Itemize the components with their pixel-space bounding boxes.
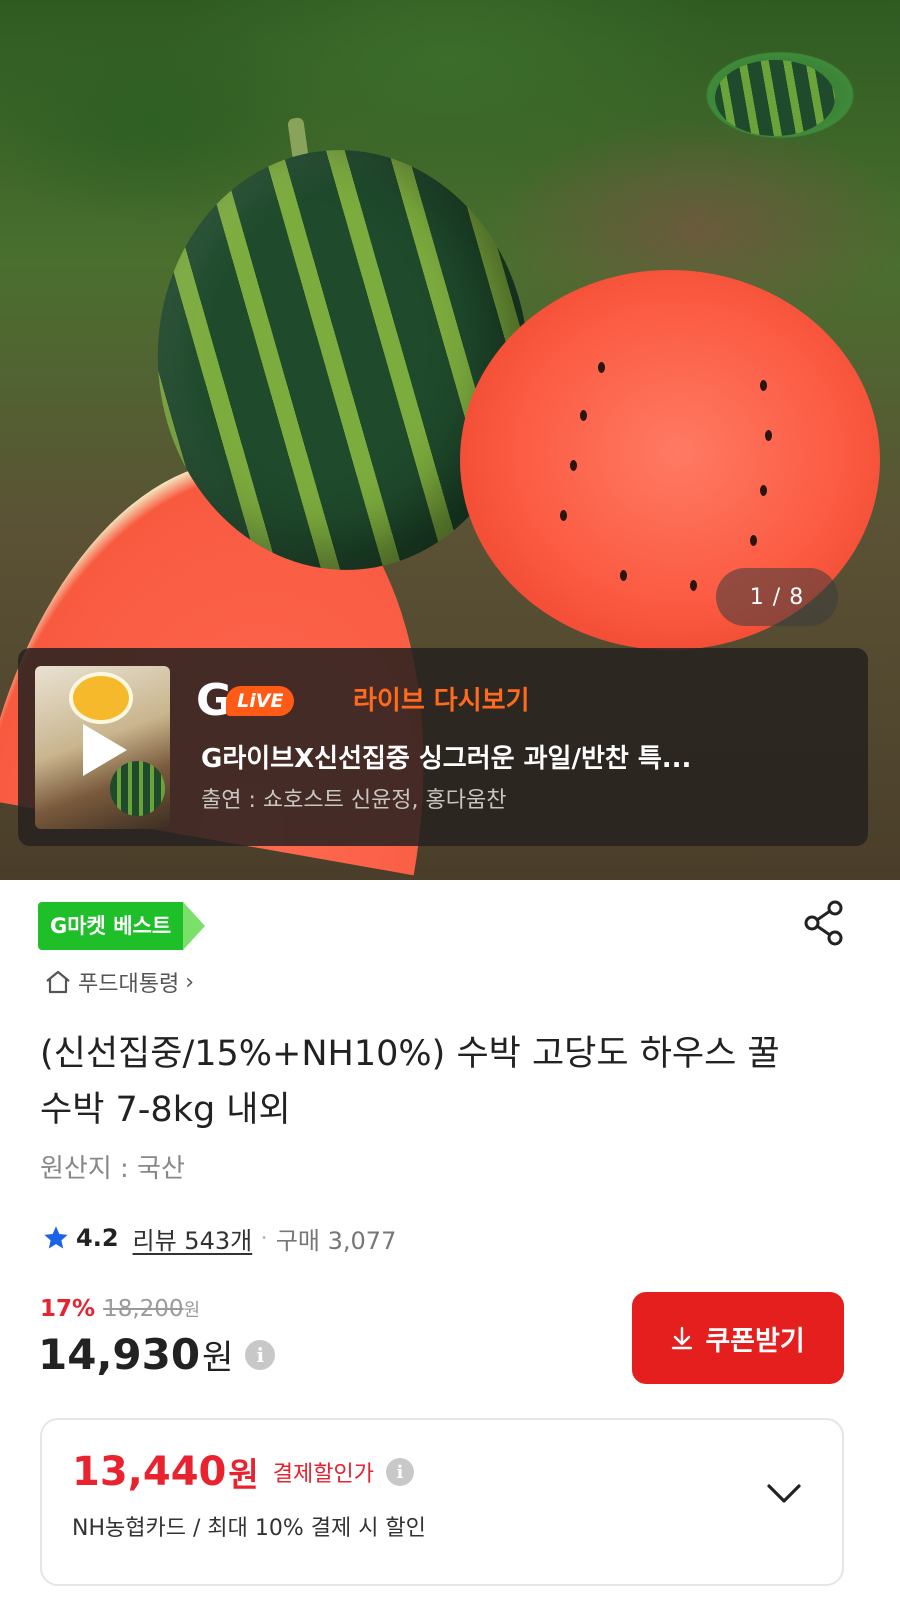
rating-value: 4.2 xyxy=(76,1224,119,1252)
product-image-carousel[interactable]: 1 / 8 G LiVE 라이브 다시보기 G라이브X신선집중 싱그러운 과일/… xyxy=(0,0,900,880)
chevron-right-icon: › xyxy=(185,969,195,995)
card-discount-unit: 원 xyxy=(228,1455,259,1494)
card-discount-price: 13,440 xyxy=(72,1449,227,1495)
card-discount-label: 결제할인가 xyxy=(272,1462,374,1487)
breadcrumb[interactable]: 푸드대통령 › xyxy=(44,962,194,1002)
original-price-unit: 원 xyxy=(183,1300,201,1321)
image-counter: 1 / 8 xyxy=(716,568,838,626)
download-icon xyxy=(672,1326,693,1350)
coupon-button[interactable]: 쿠폰받기 xyxy=(632,1292,844,1384)
purchase-count: 구매 3,077 xyxy=(275,1226,397,1255)
original-price: 18,200 xyxy=(103,1296,184,1322)
sale-price-unit: 원 xyxy=(202,1338,234,1378)
price-row: 14,930 원 i xyxy=(38,1330,276,1379)
glive-logo: G LiVE xyxy=(196,678,295,724)
coupon-button-label: 쿠폰받기 xyxy=(705,1325,805,1357)
card-discount-description: NH농협카드 / 최대 10% 결제 시 할인 xyxy=(72,1516,426,1541)
live-thumbnail[interactable] xyxy=(35,666,170,829)
discount-percent: 17% xyxy=(40,1296,96,1322)
share-icon[interactable] xyxy=(802,898,846,948)
discount-row: 17% 18,200 원 xyxy=(40,1296,200,1322)
live-replay-banner[interactable]: G LiVE 라이브 다시보기 G라이브X신선집중 싱그러운 과일/반찬 특..… xyxy=(18,648,868,846)
live-replay-label: 라이브 다시보기 xyxy=(353,686,530,716)
payment-discount-card[interactable]: 13,440 원 결제할인가 i NH농협카드 / 최대 10% 결제 시 할인 xyxy=(40,1418,844,1586)
review-link[interactable]: 리뷰 543개 xyxy=(133,1221,253,1256)
chevron-down-icon[interactable] xyxy=(764,1478,804,1508)
best-badge-tail xyxy=(183,902,206,950)
best-badge-label: G마켓 베스트 xyxy=(38,902,184,950)
best-badge: G마켓 베스트 xyxy=(38,902,206,950)
card-price-row: 13,440 원 결제할인가 i xyxy=(72,1448,414,1496)
home-icon xyxy=(46,970,70,994)
play-icon[interactable] xyxy=(83,724,127,776)
info-icon[interactable]: i xyxy=(245,1339,276,1370)
live-badge: LiVE xyxy=(226,686,295,716)
thumbnail-dessert-image xyxy=(73,676,129,720)
rating-row: 4.2 리뷰 543개 · 구매 3,077 xyxy=(42,1218,396,1258)
live-title[interactable]: G라이브X신선집중 싱그러운 과일/반찬 특... xyxy=(201,738,841,775)
watermelon-background-image xyxy=(715,60,835,136)
separator-dot: · xyxy=(260,1224,268,1252)
breadcrumb-label: 푸드대통령 xyxy=(78,972,180,997)
star-icon xyxy=(44,1226,68,1249)
product-title: (신선집중/15%+NH10%) 수박 고당도 하우스 꿀수박 7-8kg 내외 xyxy=(40,1034,780,1130)
info-icon[interactable]: i xyxy=(385,1458,414,1486)
sale-price: 14,930 xyxy=(38,1330,201,1379)
product-origin: 원산지 : 국산 xyxy=(40,1154,185,1184)
live-cast: 출연 : 쇼호스트 신윤정, 홍다움찬 xyxy=(201,788,507,813)
